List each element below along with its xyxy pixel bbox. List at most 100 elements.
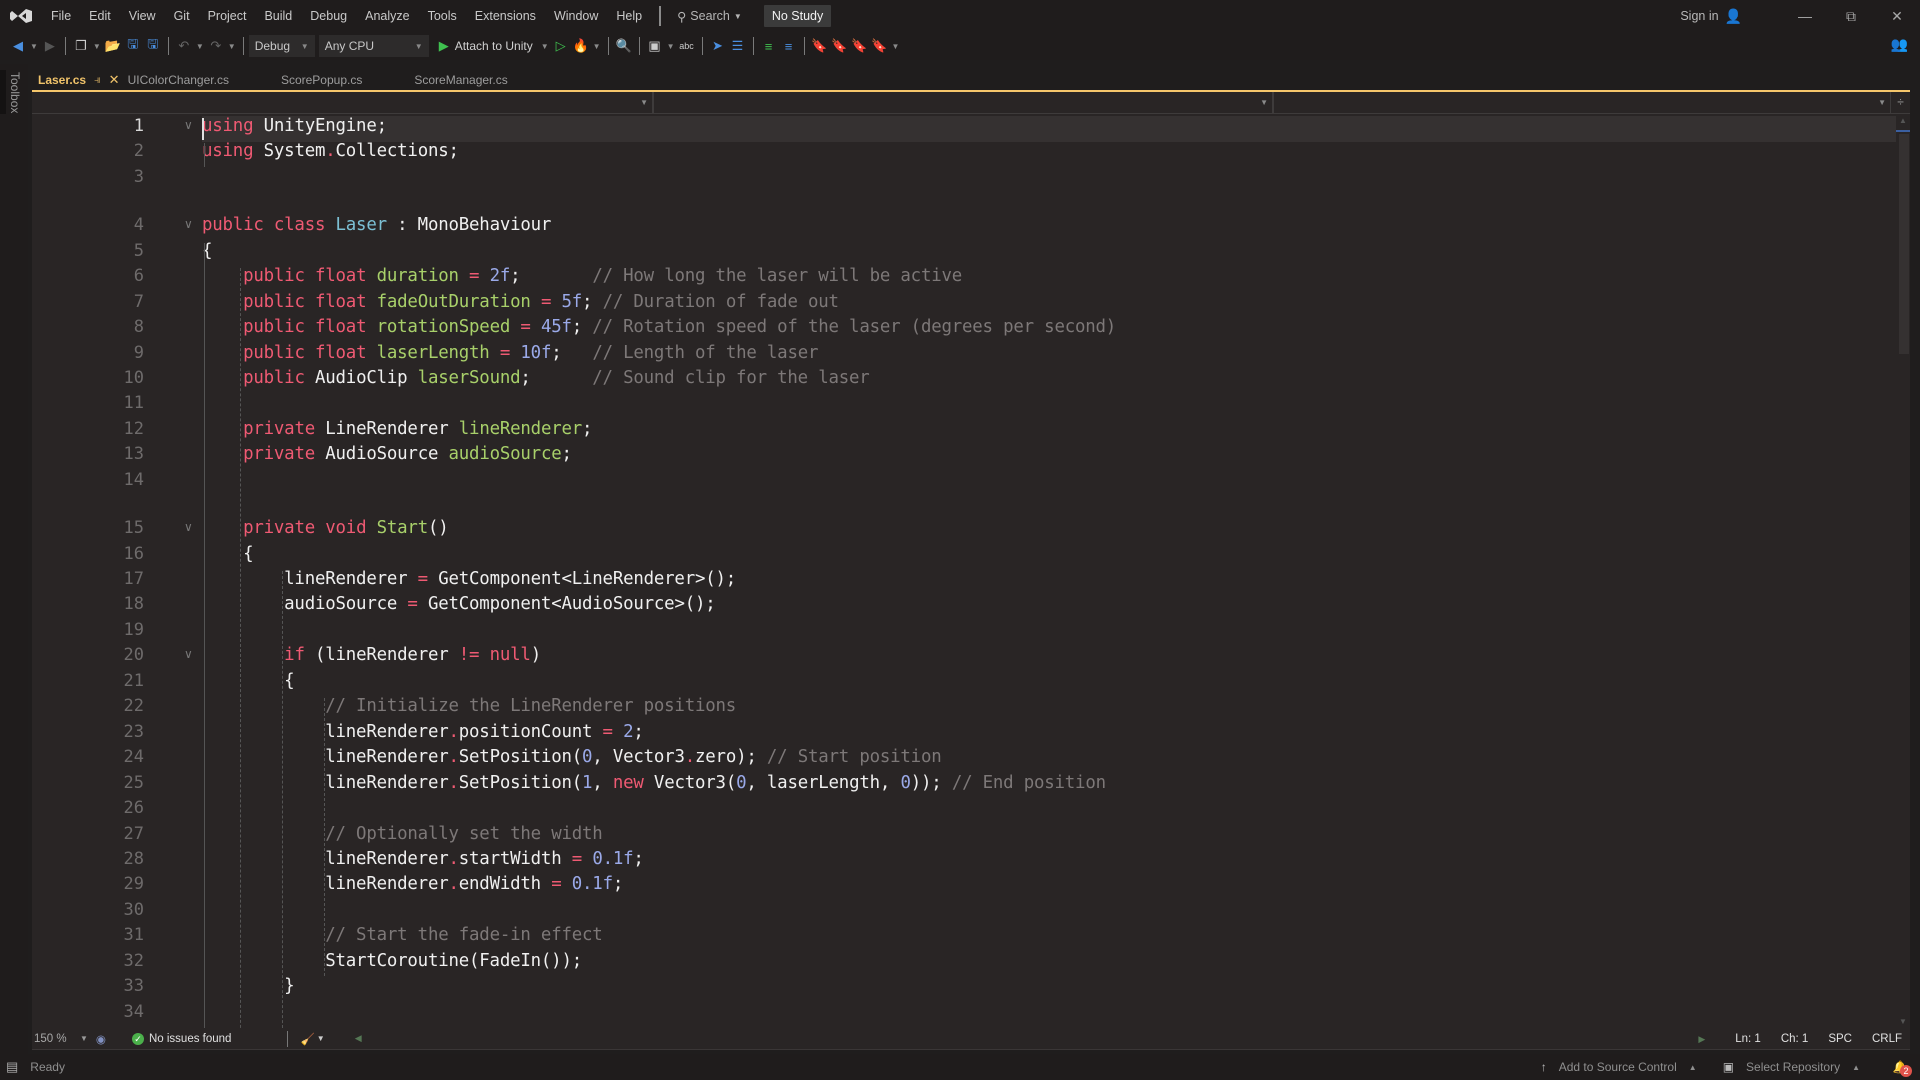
hot-reload-icon[interactable]: 🔥 <box>571 36 591 56</box>
notifications-button[interactable]: 🔔 2 <box>1890 1057 1912 1077</box>
clear-bookmarks-icon[interactable]: 🔖 <box>870 36 890 56</box>
save-all-icon[interactable]: 🖫 <box>143 36 163 56</box>
member-dropdown[interactable]: ▼ <box>1274 92 1890 113</box>
code-cleanup-icon[interactable]: 🧹 <box>300 1032 314 1046</box>
menu-project[interactable]: Project <box>199 0 256 32</box>
code-line: public class Laser : MonoBehaviour <box>202 215 551 235</box>
search-button[interactable]: ⚲ Search ▼ <box>669 9 750 24</box>
add-to-source-control-button[interactable]: Add to Source Control <box>1559 1060 1677 1074</box>
chevron-down-icon[interactable]: ▼ <box>317 1034 325 1043</box>
chevron-down-icon[interactable]: ▼ <box>892 42 900 51</box>
scroll-left-icon[interactable]: ◀ <box>355 1033 362 1044</box>
code-token: // Start the fade-in effect <box>325 925 603 946</box>
next-bookmark-icon[interactable]: 🔖 <box>850 36 870 56</box>
menu-extensions[interactable]: Extensions <box>466 0 545 32</box>
repository-icon: ▣ <box>1722 1060 1735 1074</box>
fold-toggle-icon[interactable]: ∨ <box>184 520 193 534</box>
toolbox-tab[interactable]: Toolbox <box>8 72 22 113</box>
menu-help[interactable]: Help <box>607 0 651 32</box>
scroll-up-icon[interactable]: ▲ <box>1899 116 1907 125</box>
chevron-down-icon[interactable]: ▼ <box>667 42 675 51</box>
solution-explorer-icon[interactable]: 🔍 <box>614 36 634 56</box>
type-dropdown[interactable]: ▼ <box>654 92 1274 113</box>
menu-file[interactable]: File <box>42 0 80 32</box>
code-token: , <box>592 772 613 793</box>
line-indicator[interactable]: Ln: 1 <box>1735 1033 1761 1045</box>
menu-edit[interactable]: Edit <box>80 0 120 32</box>
whitespace-indicator[interactable]: SPC <box>1828 1033 1852 1045</box>
vertical-scrollbar[interactable]: ▲ ▼ <box>1896 114 1910 1028</box>
tab-scoremanager-cs[interactable]: ScoreManager.cs <box>408 68 513 92</box>
close-window-button[interactable]: ✕ <box>1874 0 1920 32</box>
menu-debug[interactable]: Debug <box>301 0 356 32</box>
code-token: = <box>510 317 541 338</box>
tab-scorepopup-cs[interactable]: ScorePopup.cs <box>275 68 368 92</box>
open-file-icon[interactable]: 📂 <box>103 36 123 56</box>
close-tab-icon[interactable]: ✕ <box>109 72 120 88</box>
code-line: { <box>202 544 253 564</box>
arrow-up-icon: ↑ <box>1540 1060 1547 1074</box>
pin-icon[interactable]: ⫣ <box>94 74 101 87</box>
bookmark-icon[interactable]: 🔖 <box>810 36 830 56</box>
comment-lines-icon[interactable]: ≡ <box>759 36 779 56</box>
navigate-forward-icon[interactable]: ▶ <box>40 36 60 56</box>
previous-bookmark-icon[interactable]: 🔖 <box>830 36 850 56</box>
undo-icon[interactable]: ↶ <box>174 36 194 56</box>
configuration-select[interactable]: Debug ▼ <box>248 35 315 57</box>
live-share-icon[interactable]: 👥 <box>1891 36 1908 53</box>
scrollbar-thumb[interactable] <box>1899 134 1909 354</box>
fold-toggle-icon[interactable]: ∨ <box>184 118 193 132</box>
list-members-icon[interactable]: ☰ <box>728 36 748 56</box>
attach-to-unity-button[interactable]: ▶ Attach to Unity ▼ <box>439 38 551 54</box>
restore-button[interactable]: ⧉ <box>1828 0 1874 32</box>
start-without-debugging-icon[interactable]: ▷ <box>551 36 571 56</box>
menu-build[interactable]: Build <box>255 0 301 32</box>
select-element-icon[interactable]: ➤ <box>708 36 728 56</box>
chevron-down-icon[interactable]: ▼ <box>80 1034 88 1043</box>
chevron-down-icon: ▼ <box>1260 98 1268 107</box>
code-token: rotationSpeed <box>376 317 511 338</box>
window-layout-icon[interactable]: ▣ <box>645 36 665 56</box>
menu-view[interactable]: View <box>120 0 165 32</box>
select-repository-button[interactable]: Select Repository <box>1746 1060 1840 1074</box>
tab-laser-cs[interactable]: Laser.cs ⫣ ✕ <box>32 68 126 92</box>
spell-check-icon[interactable]: abc <box>677 36 697 56</box>
chevron-down-icon[interactable]: ▼ <box>30 42 38 51</box>
redo-icon[interactable]: ↷ <box>206 36 226 56</box>
project-dropdown[interactable]: ▼ <box>32 92 654 113</box>
platform-select[interactable]: Any CPU ▼ <box>318 35 429 57</box>
minimize-button[interactable]: — <box>1782 0 1828 32</box>
uncomment-lines-icon[interactable]: ≡ <box>779 36 799 56</box>
sign-in-link[interactable]: Sign in <box>1680 9 1718 23</box>
fold-toggle-icon[interactable]: ∨ <box>184 647 193 661</box>
chevron-down-icon[interactable]: ▼ <box>93 42 101 51</box>
add-account-icon[interactable]: 👤 <box>1725 8 1742 25</box>
code-token: . <box>325 141 336 162</box>
new-project-icon[interactable]: ❐ <box>71 36 91 56</box>
scroll-right-icon[interactable]: ▶ <box>1698 1034 1705 1045</box>
scroll-down-icon[interactable]: ▼ <box>1899 1017 1907 1026</box>
menu-git[interactable]: Git <box>165 0 199 32</box>
save-icon[interactable]: 🖫 <box>123 36 143 56</box>
code-token: public float <box>243 317 377 338</box>
chevron-down-icon[interactable]: ▼ <box>228 42 236 51</box>
code-editor[interactable]: 1 ∨ 2 3 4 ∨ 5 6 7 8 9 10 11 12 13 14 15 ∨ 16 17 18 19 20 ∨ 21 22 2… <box>32 114 1896 1028</box>
chevron-down-icon[interactable]: ▼ <box>196 42 204 51</box>
menu-window[interactable]: Window <box>545 0 607 32</box>
intellicode-icon[interactable]: ◉ <box>96 1032 106 1046</box>
output-icon[interactable]: ▤ <box>6 1059 18 1075</box>
solution-name-badge[interactable]: No Study <box>763 5 832 27</box>
chevron-down-icon[interactable]: ▼ <box>593 42 601 51</box>
fold-toggle-icon[interactable]: ∨ <box>184 217 193 231</box>
issues-indicator[interactable]: ✓ No issues found <box>131 1032 231 1045</box>
split-window-icon[interactable]: ÷ <box>1890 92 1910 113</box>
menu-tools[interactable]: Tools <box>419 0 466 32</box>
tab-uicolorchanger-cs[interactable]: UIColorChanger.cs <box>122 68 235 92</box>
line-ending-indicator[interactable]: CRLF <box>1872 1033 1902 1045</box>
menu-analyze[interactable]: Analyze <box>356 0 418 32</box>
navigate-back-icon[interactable]: ◀ <box>8 36 28 56</box>
char-indicator[interactable]: Ch: 1 <box>1781 1033 1809 1045</box>
code-line: public float rotationSpeed = 45f; // Rot… <box>202 317 1116 337</box>
